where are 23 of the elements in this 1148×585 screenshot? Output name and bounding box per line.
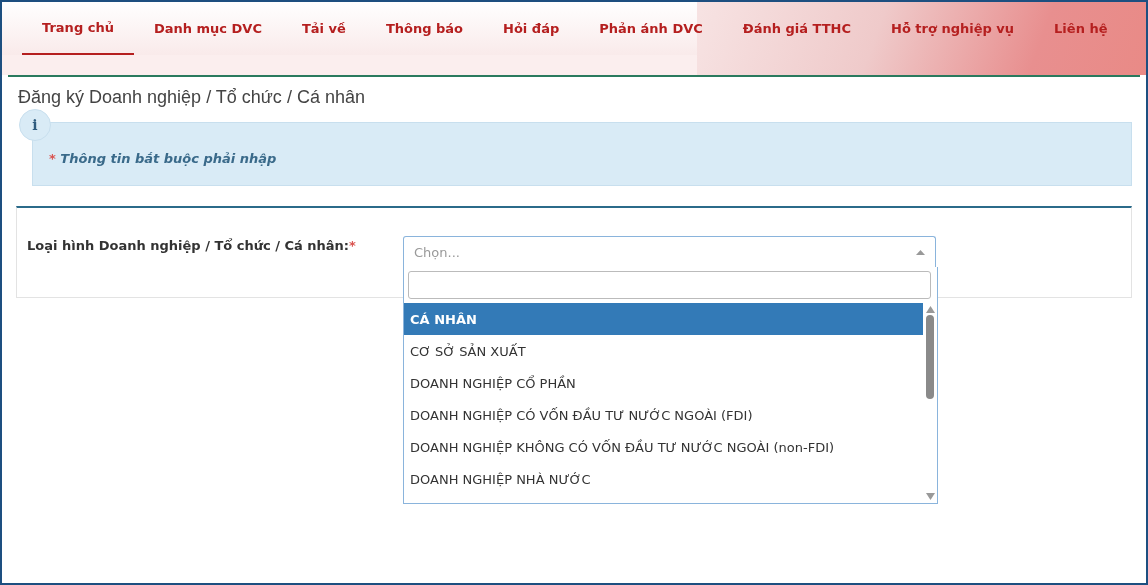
- option-item[interactable]: DOANH NGHIỆP CÓ VỐN ĐẦU TƯ NƯỚC NGOÀI (FDI): [404, 399, 923, 431]
- nav-link[interactable]: Phản ánh DVC: [579, 2, 723, 55]
- info-icon: i: [19, 109, 51, 141]
- option-item[interactable]: DOANH NGHIỆP CỔ PHẦN: [404, 367, 923, 399]
- nav-link[interactable]: Trang chủ: [22, 2, 134, 55]
- option-item[interactable]: CÁ NHÂN: [404, 303, 923, 335]
- nav-link[interactable]: Thông báo: [365, 2, 484, 55]
- option-item[interactable]: DOANH NGHIỆP KHÔNG CÓ VỐN ĐẦU TƯ NƯỚC NGOÀI (non-FDI): [404, 431, 923, 463]
- alert-text: * Thông tin bắt buộc phải nhập: [49, 149, 277, 166]
- option-item[interactable]: CƠ SỞ SẢN XUẤT: [404, 335, 923, 367]
- nav-link[interactable]: Danh mục DVC: [133, 2, 282, 55]
- nav-link[interactable]: Tải về: [281, 2, 366, 55]
- scroll-down-arrow-icon[interactable]: [925, 493, 935, 500]
- scrollbar-thumb[interactable]: [926, 315, 934, 399]
- scroll-up-arrow-icon[interactable]: [925, 306, 935, 313]
- caret-icon: [916, 249, 925, 255]
- nav-link[interactable]: Hỗ trợ nghiệp vụ: [871, 2, 1035, 55]
- search-field[interactable]: [408, 271, 931, 299]
- nav-link[interactable]: Đánh giá TTHC: [722, 2, 871, 55]
- field-label: Loại hình Doanh nghiệp / Tổ chức / Cá nhân:*: [27, 238, 356, 253]
- option-item[interactable]: DOANH NGHIỆP NHÀ NƯỚC: [404, 463, 923, 495]
- page-title: Đăng ký Doanh nghiệp / Tổ chức / Cá nhân: [17, 86, 366, 109]
- nav-link[interactable]: Hỏi đáp: [483, 2, 580, 55]
